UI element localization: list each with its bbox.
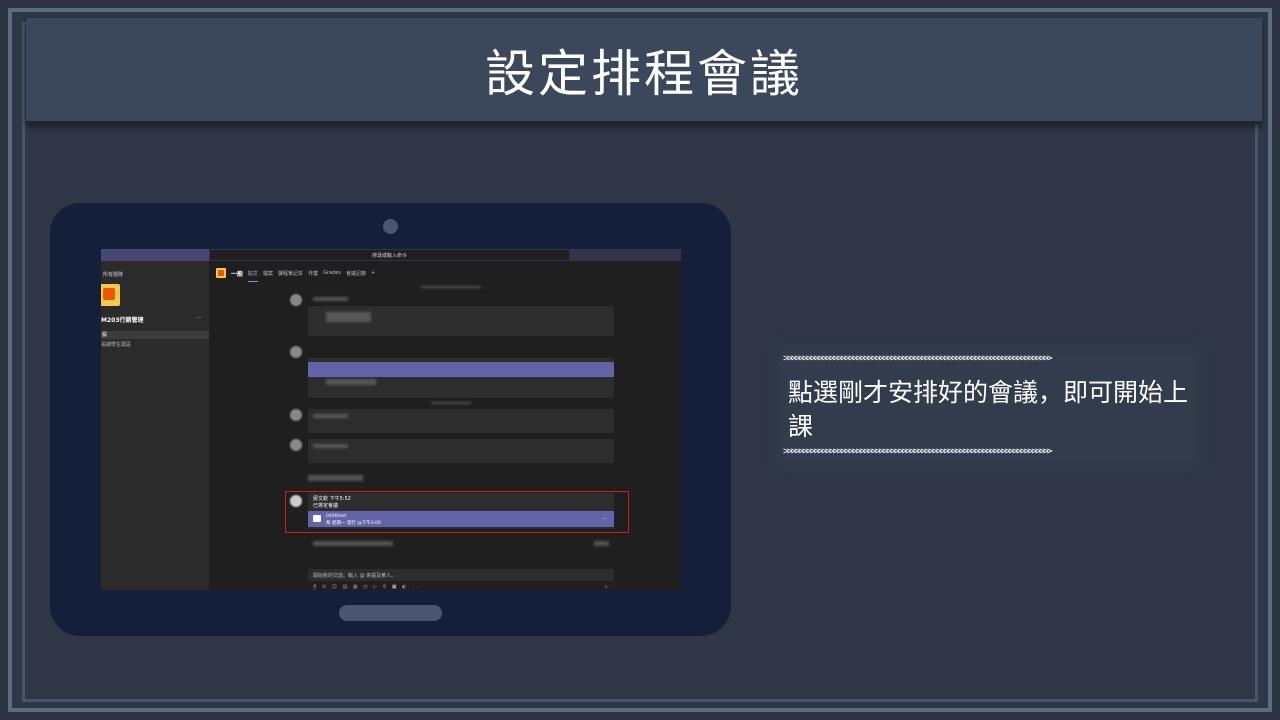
channel-item[interactable]: 長期學生需區: [101, 341, 131, 348]
message-card: [308, 439, 614, 463]
blurred-text: [313, 444, 348, 448]
team-name[interactable]: M203行銷管理: [101, 315, 144, 324]
date-divider: [431, 402, 471, 404]
tab-posts[interactable]: 貼文: [248, 270, 258, 277]
compose-box[interactable]: 開始新的交談。輸入 @ 來提及某人。: [308, 569, 614, 581]
blurred-text: [313, 541, 393, 546]
blurred-text: [326, 379, 376, 385]
avatar: [290, 409, 302, 421]
tab-general[interactable]: 一般: [231, 269, 243, 278]
channel-tabs: 一般 貼文 檔案 課程筆記本 作業 Grades 會議記錄 +: [216, 268, 375, 278]
all-teams-link[interactable]: 所有團隊: [103, 271, 123, 278]
tab-notebook[interactable]: 課程筆記本: [278, 270, 303, 277]
add-tab-button[interactable]: +: [371, 270, 375, 276]
date-divider: [421, 286, 481, 288]
active-tab-underline: [248, 281, 258, 282]
blurred-text: [308, 475, 363, 481]
red-highlight-box: [285, 491, 629, 533]
teams-screenshot: 搜尋或輸入命令 所有團隊 M203行銷管理 ··· 般 長期學生需區 一般 貼文…: [101, 249, 681, 590]
slide-note: 點選剛才安排好的會議，即可開始上課: [788, 378, 1189, 441]
tablet-camera: [383, 219, 398, 234]
command-placeholder: 搜尋或輸入命令: [371, 252, 407, 259]
teams-left-rail: [101, 261, 209, 590]
blurred-text: [594, 541, 609, 546]
blurred-text: [326, 312, 371, 322]
meeting-card-old[interactable]: [308, 362, 614, 377]
decorative-arrows-bottom: >>>>>>>>>>>>>>>>>>>>>>>>>>>>>>>>>>>>>>>>…: [783, 446, 1053, 457]
teams-left-top: [101, 249, 209, 261]
team-more-icon[interactable]: ···: [197, 315, 203, 322]
tab-assignments[interactable]: 作業: [308, 270, 318, 277]
tab-grades[interactable]: Grades: [323, 270, 341, 276]
compose-placeholder: 開始新的交談。輸入 @ 來提及某人。: [313, 573, 397, 579]
tab-files[interactable]: 檔案: [263, 270, 273, 277]
team-tab-icon: [216, 268, 226, 278]
compose-toolbar[interactable]: A̲ ⊘ ☺ ▤ ▦ ◷ ▷ ♀ ■ ◐ ···: [313, 584, 423, 590]
channel-general[interactable]: 般: [101, 331, 209, 339]
title-bar: 設定排程會議: [26, 18, 1262, 124]
command-search-box[interactable]: 搜尋或輸入命令: [210, 250, 569, 260]
avatar: [290, 439, 302, 451]
tab-meeting-notes[interactable]: 會議記錄: [346, 270, 366, 277]
decorative-arrows-top: >>>>>>>>>>>>>>>>>>>>>>>>>>>>>>>>>>>>>>>>…: [783, 353, 1053, 364]
send-icon[interactable]: ▷: [605, 584, 609, 590]
message-card: [308, 409, 614, 433]
blurred-text: [313, 414, 348, 418]
avatar: [290, 294, 302, 306]
tablet-home-button: [339, 605, 442, 621]
team-logo: [101, 284, 120, 306]
avatar: [290, 346, 302, 358]
slide-title: 設定排程會議: [485, 44, 803, 103]
blurred-text: [313, 297, 348, 301]
